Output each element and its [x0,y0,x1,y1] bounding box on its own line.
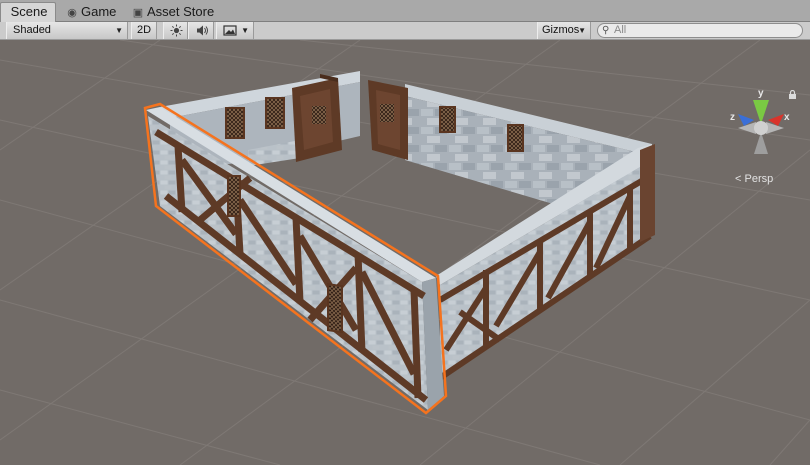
2d-toggle-button[interactable]: 2D [131,22,157,39]
gizmo-y-label: y [758,88,764,99]
tab-scene-label: Scene [10,4,48,19]
door-left [292,74,342,162]
projection-label: Persp [744,173,774,185]
chevron-down-icon: ▼ [115,26,123,35]
door-right [368,80,408,160]
asset-store-icon: ▣ [132,7,144,19]
scene-toolbar: Shaded ▼ 2D ▼ Gizmos ▼ ⚲ All [0,22,810,40]
effects-dropdown[interactable]: ▼ [216,22,254,39]
search-input[interactable]: ⚲ All [597,23,803,38]
editor-tab-bar: Scene ◉ Game ▣ Asset Store [0,0,810,23]
gizmo-cone-down[interactable] [754,132,768,154]
audio-toggle-button[interactable] [188,22,214,39]
gizmo-z-label: z [730,112,735,123]
gizmo-cone-y[interactable] [753,100,769,124]
gizmo-x-label: x [784,112,790,123]
gizmos-label: Gizmos [542,24,580,36]
projection-toggle[interactable]: < Persp [735,173,773,185]
tab-asset-store[interactable]: ▣ Asset Store [130,3,214,21]
shading-mode-label: Shaded [13,24,51,36]
chevron-left-icon: < [735,173,742,185]
chevron-down-icon: ▼ [578,26,586,35]
tab-game[interactable]: ◉ Game [64,3,116,21]
tab-game-label: Game [81,4,117,19]
shading-mode-dropdown[interactable]: Shaded ▼ [6,22,128,39]
orientation-gizmo[interactable]: y x z [726,84,796,156]
scene-viewport[interactable]: y x z < Persp [0,40,810,465]
sun-icon [170,24,183,37]
chevron-down-icon: ▼ [241,26,249,35]
game-icon: ◉ [67,7,77,19]
lighting-toggle-button[interactable] [163,22,188,39]
speaker-icon [197,25,208,36]
gizmos-dropdown[interactable]: Gizmos ▼ [537,22,591,39]
search-placeholder: All [614,24,627,36]
lock-icon[interactable] [788,90,797,99]
image-icon [223,25,237,36]
2d-label: 2D [136,24,152,36]
gizmo-center-cube[interactable] [754,121,768,135]
tab-scene[interactable]: Scene [0,2,56,23]
tab-asset-store-label: Asset Store [147,4,215,19]
search-icon: ⚲ [602,25,610,36]
